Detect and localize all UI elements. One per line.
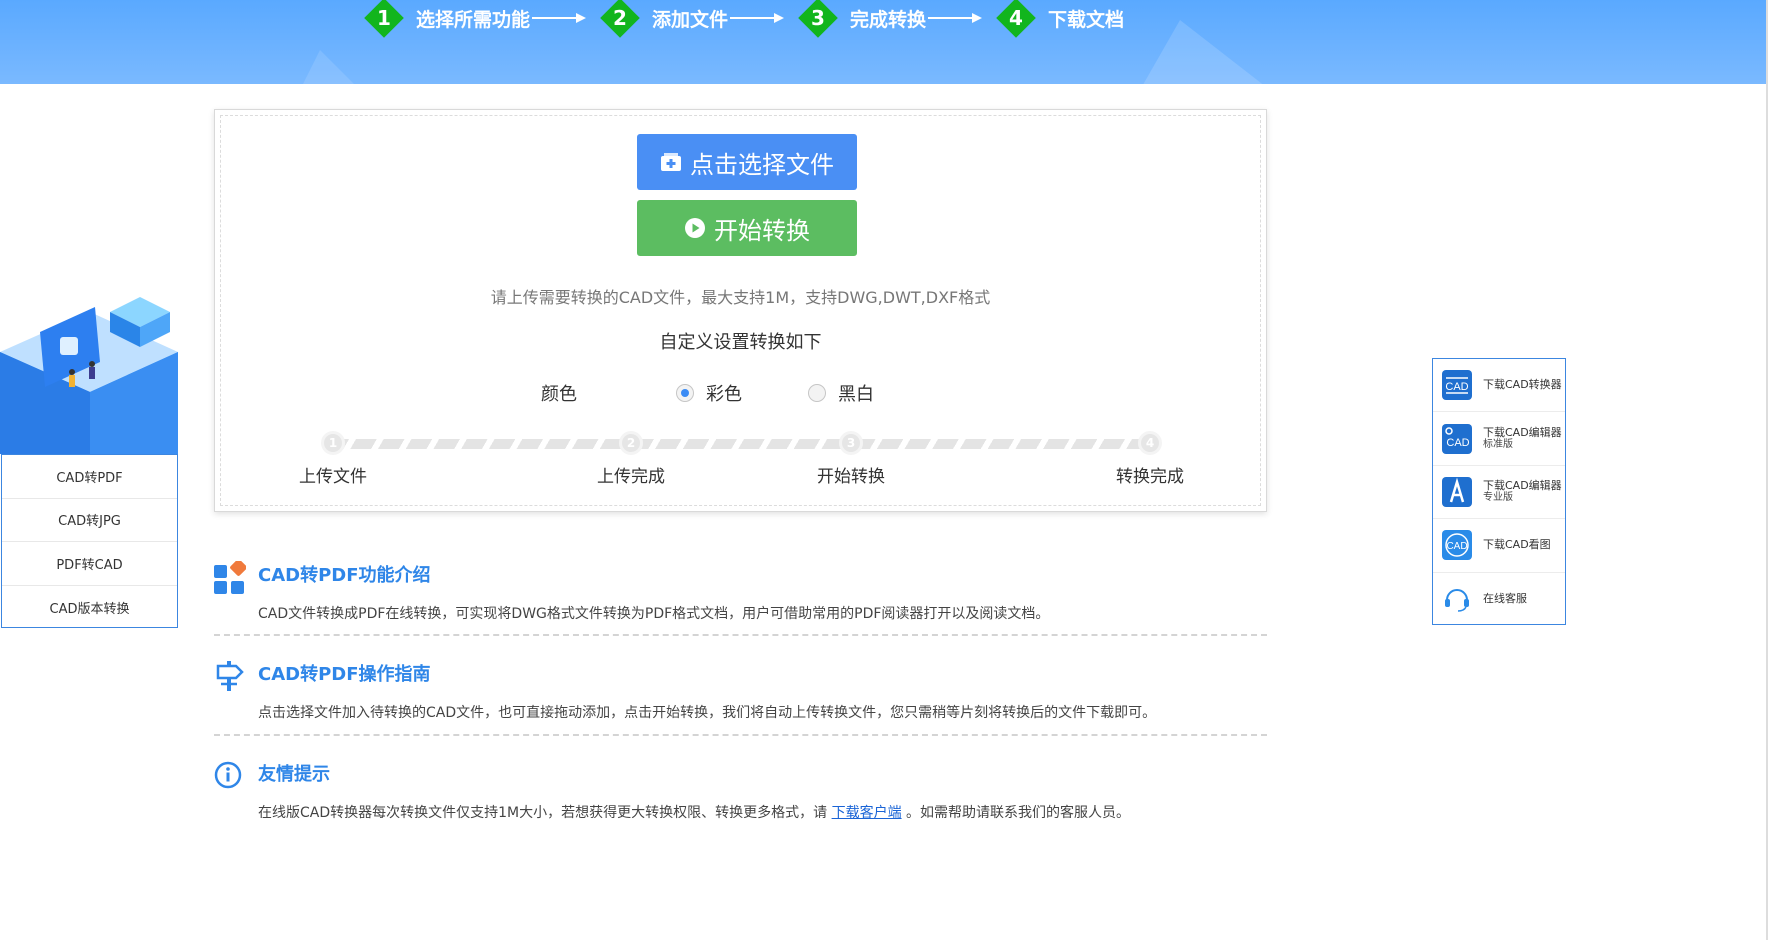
- workflow-steps: 1 选择所需功能 2 添加文件 3 完成转换 4 下载文档: [364, 0, 1125, 38]
- progress-node-3: 3: [839, 431, 863, 455]
- start-convert-label: 开始转换: [714, 216, 810, 245]
- guide-title: CAD转PDF操作指南: [258, 664, 431, 685]
- step-label: 选择所需功能: [416, 8, 531, 31]
- left-nav-item-pdf-to-cad[interactable]: PDF转CAD: [2, 542, 177, 586]
- step-number: 1: [377, 5, 391, 30]
- radio-selected-icon[interactable]: [676, 384, 694, 402]
- tips-text-after: 。如需帮助请联系我们的客服人员。: [901, 805, 1131, 821]
- info-icon: [214, 760, 244, 790]
- right-item-label: 下载CAD看图: [1483, 538, 1551, 552]
- color-setting-row: 颜色 彩色 黑白: [221, 378, 1260, 406]
- radio-label: 黑白: [838, 384, 874, 405]
- download-cad-editor-standard-item[interactable]: CAD 下载CAD编辑器 标准版: [1433, 412, 1565, 466]
- right-item-sub: 专业版: [1483, 491, 1513, 503]
- right-item-label: 下载CAD编辑器 专业版: [1483, 478, 1562, 504]
- step-number-badge: 1: [364, 0, 404, 38]
- arrow-right-icon: [532, 13, 587, 23]
- add-file-icon: [660, 152, 682, 172]
- apps-grid-icon: [214, 559, 247, 594]
- svg-text:CAD: CAD: [1446, 541, 1467, 552]
- right-item-label: 下载CAD编辑器 标准版: [1483, 425, 1562, 451]
- color-option-bw[interactable]: 黑白: [808, 380, 874, 406]
- right-item-title: 下载CAD编辑器: [1483, 425, 1562, 439]
- workflow-step-2: 2 添加文件: [600, 0, 729, 38]
- color-option-color[interactable]: 彩色: [676, 380, 742, 406]
- radio-label: 彩色: [706, 384, 742, 405]
- right-item-label: 在线客服: [1483, 592, 1527, 606]
- svg-text:CAD: CAD: [1445, 381, 1468, 393]
- arrow-right-icon: [928, 13, 983, 23]
- left-nav-item-cad-to-pdf[interactable]: CAD转PDF: [2, 455, 177, 499]
- online-service-item[interactable]: 在线客服: [1433, 573, 1565, 626]
- select-file-label: 点击选择文件: [690, 150, 834, 179]
- sidebar-illustration: [0, 292, 178, 454]
- workflow-step-1: 1 选择所需功能: [364, 0, 531, 38]
- guide-text: 点击选择文件加入待转换的CAD文件，也可直接拖动添加，点击开始转换，我们将自动上…: [258, 705, 1157, 721]
- progress-node-2: 2: [619, 431, 643, 455]
- cad-viewer-icon: CAD: [1441, 529, 1473, 561]
- svg-text:CAD: CAD: [1446, 437, 1469, 449]
- progress-label: 开始转换: [817, 467, 885, 487]
- tips-text-before: 在线版CAD转换器每次转换文件仅支持1M大小，若想获得更大转换权限、转换更多格式…: [258, 805, 832, 821]
- left-nav-item-cad-version[interactable]: CAD版本转换: [2, 586, 177, 630]
- intro-text: CAD文件转换成PDF在线转换，可实现将DWG格式文件转换为PDF格式文档，用户…: [258, 606, 1050, 622]
- custom-settings-title: 自定义设置转换如下: [659, 332, 822, 353]
- step-label: 添加文件: [652, 8, 729, 31]
- step-number: 4: [1009, 5, 1024, 30]
- step-number-badge: 3: [798, 0, 838, 38]
- cad-editor-standard-icon: CAD: [1441, 423, 1473, 455]
- right-item-title: 下载CAD编辑器: [1483, 478, 1562, 492]
- cad-editor-pro-icon: [1441, 476, 1473, 508]
- step-number-badge: 4: [996, 0, 1036, 38]
- top-banner: 1 选择所需功能 2 添加文件 3 完成转换 4 下载文档: [0, 0, 1768, 84]
- progress-node-4: 4: [1138, 431, 1162, 455]
- signpost-icon: [214, 660, 244, 691]
- banner-decoration: [300, 50, 360, 84]
- right-item-sub: 标准版: [1483, 438, 1513, 450]
- progress-label: 转换完成: [1116, 467, 1184, 487]
- banner-decoration: [1140, 20, 1270, 84]
- progress-label: 上传完成: [597, 467, 665, 487]
- progress-track: [335, 439, 1147, 449]
- download-cad-converter-item[interactable]: CAD 下载CAD转换器: [1433, 359, 1565, 413]
- step-label: 下载文档: [1048, 8, 1125, 31]
- step-number-badge: 2: [600, 0, 640, 38]
- step-number: 3: [811, 5, 825, 30]
- color-label: 颜色: [541, 384, 577, 405]
- intro-title: CAD转PDF功能介绍: [258, 565, 431, 586]
- tips-text: 在线版CAD转换器每次转换文件仅支持1M大小，若想获得更大转换权限、转换更多格式…: [258, 802, 1130, 822]
- arrow-right-icon: [730, 13, 785, 23]
- conversion-progress: 1 2 3 4: [321, 430, 1162, 456]
- right-download-panel: CAD 下载CAD转换器 CAD 下载CAD编辑器 标准版 下载CAD编辑器 专…: [1432, 358, 1566, 625]
- right-item-label: 下载CAD转换器: [1483, 378, 1562, 392]
- upload-panel: 点击选择文件 开始转换 请上传需要转换的CAD文件，最大支持1M，支持DWG,D…: [214, 109, 1267, 512]
- download-client-link[interactable]: 下载客户端: [832, 805, 902, 821]
- start-convert-button[interactable]: 开始转换: [637, 200, 857, 256]
- step-number: 2: [613, 5, 627, 30]
- left-nav-item-cad-to-jpg[interactable]: CAD转JPG: [2, 499, 177, 542]
- workflow-step-4: 4 下载文档: [996, 0, 1125, 38]
- left-nav-menu: CAD转PDF CAD转JPG PDF转CAD CAD版本转换: [1, 454, 178, 628]
- drop-zone[interactable]: 点击选择文件 开始转换 请上传需要转换的CAD文件，最大支持1M，支持DWG,D…: [220, 115, 1261, 506]
- tips-title: 友情提示: [258, 764, 330, 785]
- radio-unselected-icon[interactable]: [808, 384, 826, 402]
- workflow-step-3: 3 完成转换: [798, 0, 927, 38]
- progress-label: 上传文件: [299, 467, 367, 487]
- select-file-button[interactable]: 点击选择文件: [637, 134, 857, 190]
- divider: [214, 634, 1267, 636]
- download-cad-editor-pro-item[interactable]: 下载CAD编辑器 专业版: [1433, 466, 1565, 520]
- step-label: 完成转换: [850, 8, 927, 31]
- play-icon: [684, 217, 706, 239]
- progress-node-1: 1: [321, 431, 345, 455]
- download-cad-viewer-item[interactable]: CAD 下载CAD看图: [1433, 519, 1565, 573]
- headset-icon: [1441, 583, 1473, 615]
- divider: [214, 734, 1267, 736]
- cad-converter-icon: CAD: [1441, 369, 1473, 401]
- upload-hint: 请上传需要转换的CAD文件，最大支持1M，支持DWG,DWT,DXF格式: [490, 288, 991, 307]
